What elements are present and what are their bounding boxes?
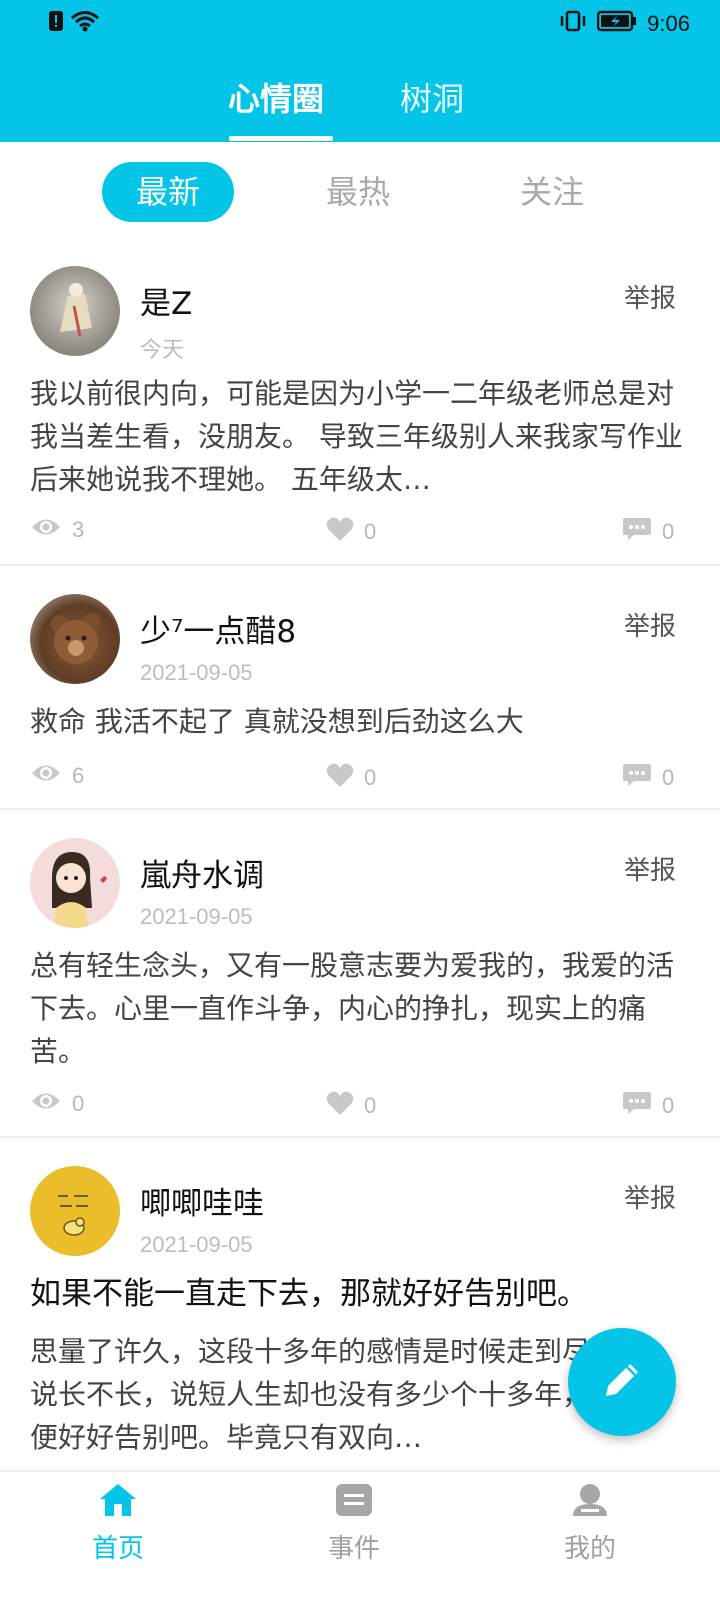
post-date: 2021-09-05: [140, 904, 253, 929]
user-name[interactable]: 嵐舟水调: [140, 850, 264, 895]
post-stats: 3 0 0: [0, 516, 720, 556]
comment-icon[interactable]: [622, 762, 652, 794]
views-stat: 0: [30, 1090, 84, 1118]
comments-count: 0: [662, 519, 675, 544]
heart-icon[interactable]: [326, 762, 354, 794]
avatar[interactable]: [30, 594, 120, 684]
views-count: 0: [72, 1091, 85, 1116]
views-stat: 6: [30, 762, 84, 790]
comment-icon[interactable]: [622, 516, 652, 548]
wifi-icon: [70, 10, 100, 36]
post-card[interactable]: 嵐舟水调 2021-09-05 举报 总有轻生念头，又有一股意志要为爱我的，我爱…: [0, 812, 720, 1138]
heart-icon[interactable]: [326, 516, 354, 548]
user-name[interactable]: 少⁷一点醋8: [140, 606, 296, 651]
tab-tree-hole[interactable]: 树洞: [400, 74, 464, 120]
post-title[interactable]: 如果不能一直走下去，那就好好告别吧。: [30, 1268, 690, 1313]
user-icon: [570, 1484, 610, 1522]
nav-home-label: 首页: [91, 1534, 144, 1564]
alert-icon: [48, 10, 64, 36]
app-header: 9:06 心情圈 树洞: [0, 0, 720, 142]
comments-count: 0: [662, 1093, 675, 1118]
filter-row: 最新 最热 关注: [0, 160, 720, 224]
user-name[interactable]: 唧唧哇哇: [140, 1178, 264, 1223]
comment-icon[interactable]: [622, 1090, 652, 1122]
views-count: 3: [72, 517, 85, 542]
battery-icon: [596, 10, 637, 38]
post-card[interactable]: 少⁷一点醋8 2021-09-05 举报 救命 我活不起了 真就没想到后劲这么大…: [0, 568, 720, 810]
eye-icon: [30, 516, 62, 544]
likes-count: 0: [364, 765, 377, 790]
post-text[interactable]: 救命 我活不起了 真就没想到后劲这么大: [30, 700, 690, 743]
top-tabs: 心情圈 树洞: [0, 70, 720, 142]
views-count: 6: [72, 763, 85, 788]
report-button[interactable]: 举报: [624, 850, 676, 887]
likes-stat[interactable]: 0: [326, 516, 376, 548]
filter-hot[interactable]: 最热: [292, 162, 424, 222]
heart-icon[interactable]: [326, 1090, 354, 1122]
post-stats: 6 0 0: [0, 762, 720, 802]
views-stat: 3: [30, 516, 84, 544]
tab-active-indicator: [229, 136, 333, 141]
pencil-icon: [600, 1358, 644, 1406]
events-icon: [334, 1484, 374, 1522]
status-time: 9:06: [647, 11, 690, 36]
nav-events[interactable]: 事件: [294, 1482, 414, 1565]
filter-following[interactable]: 关注: [486, 162, 618, 222]
filter-latest[interactable]: 最新: [102, 162, 234, 222]
comments-stat[interactable]: 0: [622, 1090, 674, 1122]
report-button[interactable]: 举报: [624, 1178, 676, 1215]
report-button[interactable]: 举报: [624, 606, 676, 643]
eye-icon: [30, 1090, 62, 1118]
post-text[interactable]: 总有轻生念头，又有一股意志要为爱我的，我爱的活下去。心里一直作斗争，内心的挣扎，…: [30, 944, 690, 1073]
comments-stat[interactable]: 0: [622, 516, 674, 548]
user-name[interactable]: 是Z: [140, 278, 192, 323]
vibrate-icon: [559, 10, 587, 38]
post-card[interactable]: 是Z 今天 举报 我以前很内向，可能是因为小学一二年级老师总是对我当差生看，没朋…: [0, 248, 720, 566]
post-date: 2021-09-05: [140, 660, 253, 685]
nav-mine[interactable]: 我的: [530, 1482, 650, 1565]
compose-button[interactable]: [568, 1328, 676, 1436]
nav-events-label: 事件: [327, 1534, 380, 1564]
likes-stat[interactable]: 0: [326, 762, 376, 794]
likes-count: 0: [364, 519, 377, 544]
post-date: 今天: [140, 337, 185, 362]
comments-count: 0: [662, 765, 675, 790]
report-button[interactable]: 举报: [624, 278, 676, 315]
avatar[interactable]: [30, 838, 120, 928]
nav-mine-label: 我的: [563, 1534, 616, 1564]
avatar[interactable]: [30, 1166, 120, 1256]
home-icon: [98, 1484, 138, 1522]
bottom-nav: 首页 事件 我的: [0, 1470, 720, 1600]
likes-stat[interactable]: 0: [326, 1090, 376, 1122]
likes-count: 0: [364, 1093, 377, 1118]
comments-stat[interactable]: 0: [622, 762, 674, 794]
status-bar: 9:06: [0, 0, 720, 48]
nav-home[interactable]: 首页: [58, 1482, 178, 1565]
post-stats: 0 0 0: [0, 1090, 720, 1130]
avatar[interactable]: [30, 266, 120, 356]
post-text[interactable]: 我以前很内向，可能是因为小学一二年级老师总是对我当差生看，没朋友。 导致三年级别…: [30, 372, 690, 501]
post-date: 2021-09-05: [140, 1232, 253, 1257]
eye-icon: [30, 762, 62, 790]
tab-mood-circle[interactable]: 心情圈: [228, 74, 324, 120]
